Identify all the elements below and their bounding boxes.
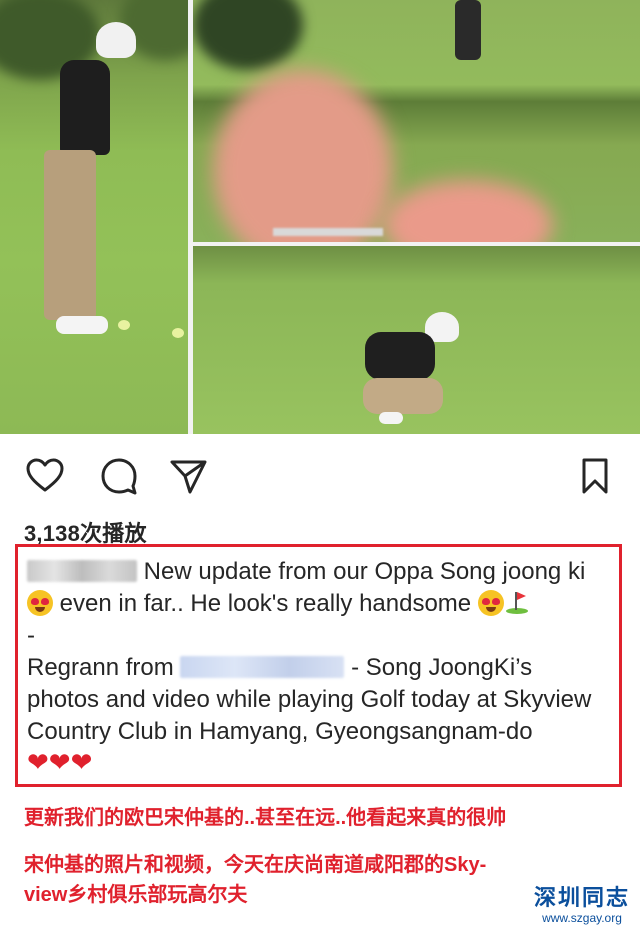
post-action-bar: [0, 444, 640, 508]
site-watermark: 深圳同志 www.szgay.org: [530, 885, 634, 933]
heart-eyes-emoji-icon: [27, 590, 53, 616]
blurred-mention-link[interactable]: [180, 656, 345, 678]
translation-line-1: 更新我们的欧巴宋仲基的..甚至在远..他看起来真的很帅: [24, 807, 507, 829]
post-media-collage[interactable]: [0, 0, 640, 434]
comment-bubble-icon[interactable]: [97, 454, 141, 498]
golf-flag-emoji-icon: [504, 590, 530, 616]
caption-line-4-suffix: - Song JoongKi’s: [351, 654, 533, 681]
caption-line-6: Country Club in Hamyang, Gyeongsangnam-d…: [27, 718, 533, 745]
heart-eyes-emoji-icon: [477, 590, 504, 616]
caption-line-3: -: [27, 622, 35, 649]
bookmark-icon[interactable]: [573, 454, 617, 498]
caption-highlight-box: New update from our Oppa Song joong ki e…: [15, 544, 622, 787]
caption-line-2: even in far.. He look's really handsome: [59, 590, 472, 617]
red-hearts-emoji-icon: ❤❤❤: [27, 747, 93, 777]
golfer-crouching-photo[interactable]: [193, 246, 640, 434]
blurred-finger-photo[interactable]: [193, 0, 640, 242]
caption-line-4-prefix: Regrann from: [27, 654, 174, 681]
paper-plane-icon[interactable]: [166, 454, 210, 498]
caption-line-1: New update from our Oppa Song joong ki: [143, 558, 586, 585]
golfer-standing-photo[interactable]: [0, 0, 188, 434]
post-caption: New update from our Oppa Song joong ki e…: [27, 556, 617, 780]
caption-line-5: photos and video while playing Golf toda…: [27, 686, 592, 713]
translation-line-3: view乡村俱乐部玩高尔夫: [24, 884, 248, 906]
heart-outline-icon[interactable]: [23, 454, 67, 498]
translation-line-2: 宋仲基的照片和视频，今天在庆尚南道咸阳郡的Sky-: [24, 854, 487, 876]
blurred-username[interactable]: [27, 560, 137, 582]
watermark-url: www.szgay.org: [542, 911, 622, 925]
watermark-title: 深圳同志: [533, 885, 630, 911]
